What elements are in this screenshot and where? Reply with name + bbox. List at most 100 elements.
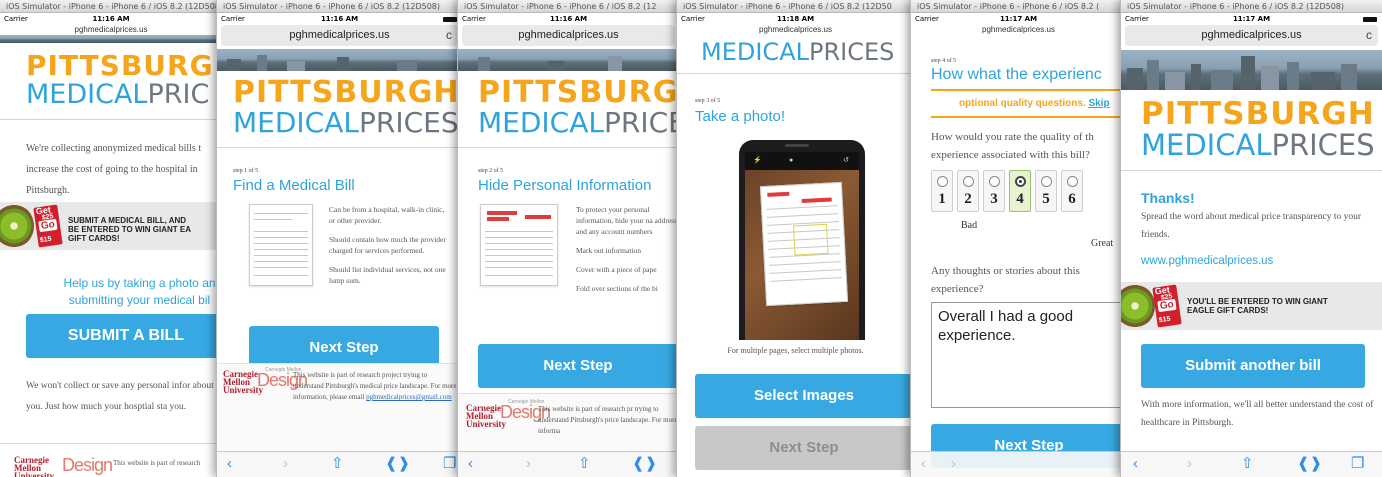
rating-option[interactable]: 4 — [1009, 170, 1031, 212]
logo-prices: PRIC — [147, 79, 210, 110]
tabs-icon[interactable]: ❐ — [443, 455, 456, 473]
footer-text: This website is part of research project… — [293, 371, 457, 401]
status-time: 11:16 AM — [549, 15, 588, 23]
rating-option[interactable]: 1 — [931, 170, 953, 212]
logo-pittsburgh: PITTSBURG — [26, 49, 214, 82]
forward-icon[interactable]: › — [526, 455, 531, 473]
rating-number: 3 — [990, 191, 998, 207]
url-bar[interactable]: pghmedicalprices.us — [462, 25, 675, 46]
submit-another-button[interactable]: Submit another bill — [1141, 344, 1365, 388]
tip-item: Should list individual services, not one… — [329, 265, 446, 285]
safari-toolbar: ‹ › ⇧ ❰❱ ❐ — [1121, 451, 1382, 477]
step-title: How what the experienc — [931, 66, 1102, 83]
tip-item: To protect your personal information, hi… — [576, 205, 679, 236]
logo-pittsburgh: PITTSBURGH — [233, 75, 460, 110]
forward-icon[interactable]: › — [1187, 455, 1192, 473]
design-logo: Design — [62, 455, 113, 475]
logo-prices: PRICES — [358, 106, 459, 139]
tip-item: Mark out information — [576, 246, 641, 255]
bill-image-redacted — [480, 204, 558, 286]
simulator-title: iOS Simulator - iPhone 6 - iPhone 6 / iO… — [677, 0, 914, 13]
photo-hint: For multiple pages, select multiple phot… — [727, 346, 864, 355]
logo-medicalprices: MEDICALPRICES — [233, 109, 462, 137]
safari-toolbar: ‹ › — [911, 451, 1126, 477]
step-title: Hide Personal Information — [478, 177, 652, 194]
reload-icon[interactable]: c — [446, 25, 452, 46]
radio-icon — [1041, 176, 1052, 187]
url-label[interactable]: pghmedicalprices.us — [911, 25, 1126, 35]
status-time: 11:16 AM — [92, 15, 130, 23]
share-icon[interactable]: ⇧ — [331, 455, 344, 473]
back-icon[interactable]: ‹ — [1133, 455, 1138, 473]
status-bar: Carrier 11:16 AM — [0, 13, 222, 25]
rating-number: 5 — [1042, 191, 1050, 207]
footer: Carnegie Mellon University Carnegie Mellon… — [217, 363, 462, 451]
simulator-title: iOS Simulator - iPhone 6 - iPhone 6 / iO… — [1121, 0, 1382, 13]
submit-bill-button[interactable]: SUBMIT A BILL — [26, 314, 222, 358]
skyline-image — [458, 49, 679, 71]
tips-list: To protect your personal information, hi… — [576, 204, 679, 294]
intro-text: We're collecting anonymized medical bill… — [26, 143, 202, 196]
rating-option[interactable]: 2 — [957, 170, 979, 212]
simulator-window-2: iOS Simulator - iPhone 6 - iPhone 6 / iO… — [216, 0, 462, 477]
simulator-window-1: iOS Simulator - iPhone 6 - iPhone 6 / iO… — [0, 0, 222, 477]
logo-medical: MEDICAL — [233, 106, 359, 139]
status-time: 11:17 AM — [999, 15, 1038, 23]
rating-number: 6 — [1068, 191, 1076, 207]
promo-banner: Get $25 Go $15 YOU'LL BE ENTERED TO WIN … — [1121, 282, 1382, 330]
back-icon[interactable]: ‹ — [227, 455, 232, 473]
bookmarks-icon[interactable]: ❰❱ — [1297, 455, 1322, 473]
url-bar[interactable]: pghmedicalprices.us c — [1125, 25, 1378, 46]
back-icon[interactable]: ‹ — [921, 455, 926, 473]
forward-icon[interactable]: › — [951, 455, 956, 473]
next-step-button[interactable]: Next Step — [695, 426, 913, 470]
bill-image — [249, 204, 313, 286]
back-icon[interactable]: ‹ — [468, 455, 473, 473]
share-icon[interactable]: ⇧ — [1241, 455, 1254, 473]
rating-option[interactable]: 5 — [1035, 170, 1057, 212]
status-bar: Carrier 11:17 AM — [911, 13, 1126, 25]
thanks-heading: Thanks! — [1141, 190, 1195, 206]
rating-option[interactable]: 6 — [1061, 170, 1083, 212]
site-link[interactable]: www.pghmedicalprices.us — [1141, 255, 1273, 267]
radio-icon — [1015, 176, 1026, 187]
step-title: Find a Medical Bill — [233, 177, 355, 194]
logo-medical: MEDICAL — [478, 106, 604, 139]
simulator-window-4: iOS Simulator - iPhone 6 - iPhone 6 / iO… — [676, 0, 914, 477]
url-bar[interactable]: pghmedicalprices.us c — [221, 25, 458, 46]
promo-text: YOU'LL BE ENTERED TO WIN GIANT EAGLE GIF… — [1187, 297, 1328, 315]
radio-icon — [963, 176, 974, 187]
share-icon[interactable]: ⇧ — [578, 455, 591, 473]
logo-prices: PRICES — [1271, 128, 1375, 162]
stories-question: Any thoughts or stories about this exper… — [931, 265, 1080, 295]
logo-medical: MEDICAL — [26, 79, 148, 110]
bookmarks-icon[interactable]: ❰❱ — [385, 455, 410, 473]
simulator-title: iOS Simulator - iPhone 6 - iPhone 6 / iO… — [217, 0, 462, 13]
simulator-window-5: iOS Simulator - iPhone 6 - iPhone 6 / iO… — [910, 0, 1126, 477]
rating-option[interactable]: 3 — [983, 170, 1005, 212]
kiwi-image — [1121, 284, 1155, 328]
status-bar: Carrier 11:18 AM — [677, 13, 914, 25]
url-label[interactable]: pghmedicalprices.us — [0, 25, 222, 35]
footer-text: This website is part of research — [113, 459, 201, 467]
url-label[interactable]: pghmedicalprices.us — [677, 25, 914, 35]
stories-textarea[interactable]: Overall I had a good experience. — [931, 302, 1126, 408]
rating-great-label: Great — [1091, 238, 1114, 249]
radio-icon — [989, 176, 1000, 187]
email-link[interactable]: pghmedicalprices@gmail.com — [366, 393, 452, 401]
skyline-image — [1121, 50, 1382, 90]
rating-number: 4 — [1016, 191, 1024, 207]
skip-link[interactable]: Skip — [1088, 98, 1109, 109]
privacy-text: We won't collect or save any personal in… — [26, 381, 214, 412]
select-images-button[interactable]: Select Images — [695, 374, 913, 418]
divider — [1121, 170, 1382, 171]
battery-icon — [1363, 17, 1377, 22]
divider — [217, 147, 462, 148]
reload-icon[interactable]: c — [1366, 25, 1372, 46]
bookmarks-icon[interactable]: ❰❱ — [632, 455, 657, 473]
divider — [0, 443, 222, 444]
tabs-icon[interactable]: ❐ — [1351, 455, 1364, 473]
forward-icon[interactable]: › — [283, 455, 288, 473]
next-step-button[interactable]: Next Step — [478, 344, 678, 388]
tip-item: Cover with a piece of pape — [576, 265, 657, 274]
